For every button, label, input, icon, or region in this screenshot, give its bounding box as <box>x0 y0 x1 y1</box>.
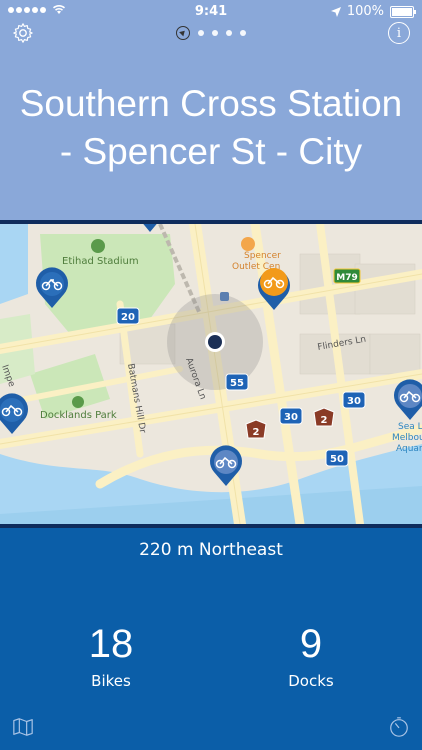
location-arrow-icon <box>330 6 341 17</box>
label-sealife3: Aquari <box>396 444 422 454</box>
stadium-icon <box>91 239 105 253</box>
page-indicator[interactable] <box>0 26 422 40</box>
battery-icon <box>390 5 416 18</box>
station-title: Southern Cross Station - Spencer St - Ci… <box>0 80 422 176</box>
route-shield-55: 55 <box>225 373 249 391</box>
svg-text:20: 20 <box>121 312 135 323</box>
route-shield-30b: 30 <box>342 391 366 409</box>
svg-text:2: 2 <box>321 415 328 426</box>
distance-text: 220 m Northeast <box>139 540 283 560</box>
current-location-page-icon <box>176 26 190 40</box>
page-dot <box>198 30 204 36</box>
bikes-count: 18 <box>88 622 134 666</box>
station-map[interactable]: Etihad Stadium Docklands Park Spencer Ou… <box>0 220 422 528</box>
docks-stat: 9 Docks <box>241 620 381 690</box>
svg-text:30: 30 <box>284 412 298 423</box>
info-icon[interactable]: i <box>388 22 410 44</box>
page-dot <box>226 30 232 36</box>
svg-text:30: 30 <box>347 396 361 407</box>
status-bar: 9:41 100% <box>0 0 422 22</box>
page-dot <box>212 30 218 36</box>
label-docklands: Docklands Park <box>40 410 117 421</box>
timer-icon[interactable] <box>388 716 410 738</box>
label-sealife2: Melbou <box>392 433 422 443</box>
svg-text:M79: M79 <box>336 273 357 283</box>
docks-label: Docks <box>288 672 334 690</box>
station-title-line2: - Spencer St - City <box>59 131 363 172</box>
bikes-stat: 18 Bikes <box>41 620 181 690</box>
docks-count: 9 <box>299 622 323 666</box>
battery-percent: 100% <box>346 4 384 19</box>
page-dot <box>240 30 246 36</box>
water-area <box>0 224 28 304</box>
train-station-icon <box>220 292 229 301</box>
header-panel: 9:41 100% i Southern Cross Station - Spe… <box>0 0 422 220</box>
route-shield-m79: M79 <box>333 268 361 284</box>
map-canvas[interactable]: Etihad Stadium Docklands Park Spencer Ou… <box>0 224 422 524</box>
shopping-icon <box>241 237 255 251</box>
route-shield-50: 50 <box>325 449 349 467</box>
park-icon <box>72 396 84 408</box>
route-shield-20: 20 <box>116 307 140 325</box>
label-spencer: Spencer <box>244 251 281 261</box>
map-icon[interactable] <box>12 716 34 738</box>
status-right: 100% <box>330 4 416 19</box>
route-shield-30a: 30 <box>279 407 303 425</box>
route-shield-2b: 2 <box>313 407 335 427</box>
bikes-label: Bikes <box>91 672 131 690</box>
label-sealife1: Sea L <box>398 422 422 432</box>
route-shield-2a: 2 <box>245 419 267 439</box>
label-etihad: Etihad Stadium <box>62 256 139 267</box>
svg-text:2: 2 <box>253 427 260 438</box>
svg-text:50: 50 <box>330 454 344 465</box>
station-title-line1: Southern Cross Station <box>19 83 403 124</box>
svg-text:55: 55 <box>230 378 244 389</box>
